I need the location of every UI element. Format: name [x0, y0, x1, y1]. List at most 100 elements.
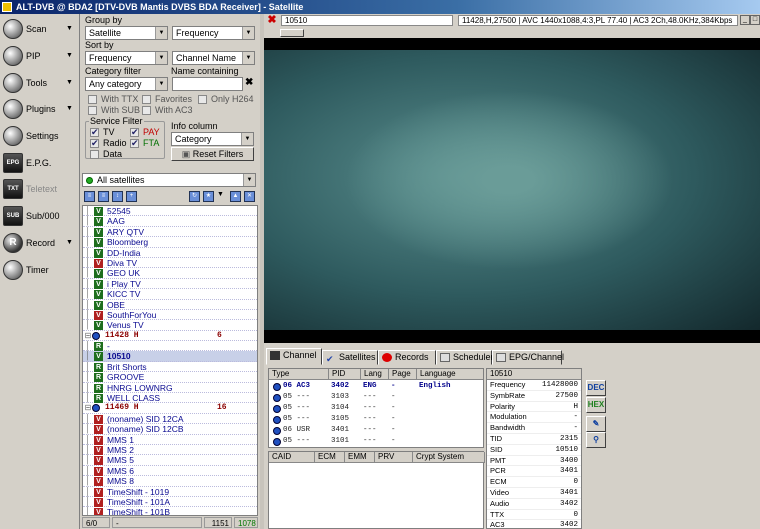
pid-col-pid[interactable]: PID: [329, 369, 361, 380]
pid-row[interactable]: 05 --- 3105 --- -: [269, 414, 483, 425]
info-column-select[interactable]: Category ▼: [171, 132, 254, 146]
sort-by-select[interactable]: Frequency ▼: [85, 51, 168, 65]
tab-channel[interactable]: Channel: [266, 348, 322, 365]
channel-row[interactable]: │ R -: [83, 341, 257, 352]
channel-row[interactable]: │ V OBE: [83, 300, 257, 310]
sidebar-item-record[interactable]: R Record ▼: [0, 230, 80, 256]
close-icon[interactable]: ✖: [266, 15, 278, 26]
reset-filters-button[interactable]: ▣ Reset Filters: [171, 147, 254, 161]
sidebar-item-timer[interactable]: Timer: [0, 257, 80, 283]
caid-col-emm[interactable]: EMM: [345, 452, 375, 463]
transponder-row[interactable]: ⊟ 11469 H 16: [83, 403, 257, 414]
channel-row[interactable]: │ V 10510: [83, 351, 257, 362]
channel-row[interactable]: │ V AAG: [83, 216, 257, 227]
fta-checkbox[interactable]: ✔ FTA: [130, 138, 159, 149]
sidebar-item-tools[interactable]: Tools ▼: [0, 70, 80, 96]
only-h264-checkbox[interactable]: Only H264: [198, 94, 254, 105]
tab-scheduler[interactable]: Scheduler: [436, 350, 494, 365]
pid-table[interactable]: Type PID Lang Page Language 06 AC3 3402 EN…: [268, 368, 484, 448]
close-list-icon[interactable]: ✕: [244, 191, 255, 202]
chevron-down-icon[interactable]: ▼: [66, 70, 73, 96]
scroll-up-icon[interactable]: ▲: [230, 191, 241, 202]
pid-col-language[interactable]: Language: [417, 369, 483, 380]
dec-button[interactable]: DEC: [586, 380, 606, 396]
sidebar-item-sub-000[interactable]: SUB Sub/000: [0, 203, 80, 229]
channel-row[interactable]: │ V GEO UK: [83, 268, 257, 279]
pid-col-lang[interactable]: Lang: [361, 369, 389, 380]
channel-row[interactable]: │ V MMS 2: [83, 445, 257, 456]
pay-checkbox[interactable]: ✔ PAY: [130, 127, 160, 138]
minimize-icon[interactable]: _: [740, 15, 750, 25]
caid-col-prv[interactable]: PRV: [375, 452, 413, 463]
data-checkbox[interactable]: Data: [90, 149, 122, 160]
chevron-down-icon[interactable]: ▼: [66, 96, 73, 122]
channel-row[interactable]: │ V Diva TV: [83, 258, 257, 269]
with-ttx-checkbox[interactable]: With TTX: [88, 94, 138, 105]
channel-row[interactable]: │ V TimeShift - 101B: [83, 507, 257, 515]
chevron-down-icon[interactable]: ▼: [66, 43, 73, 69]
search-icon[interactable]: ⚲: [586, 432, 606, 448]
video-panel[interactable]: [264, 38, 760, 343]
pid-row[interactable]: 05 --- 3104 --- -: [269, 403, 483, 414]
position-slider[interactable]: [264, 28, 760, 38]
caid-col-caid[interactable]: CAID: [269, 452, 315, 463]
favorites-icon[interactable]: ★: [203, 191, 214, 202]
caid-table[interactable]: CAID ECM EMM PRV Crypt System: [268, 451, 485, 529]
channel-row[interactable]: │ V TimeShift - 101A: [83, 497, 257, 508]
channel-list[interactable]: │ V 52545 │ V AAG │ V ARY QTV │ V Bloomberg │ V DD-Ind…: [82, 205, 258, 516]
sidebar-item-scan[interactable]: Scan ▼: [0, 16, 80, 42]
satellite-select[interactable]: All satellites ▼: [82, 173, 256, 187]
channel-row[interactable]: │ V 52545: [83, 206, 257, 217]
list-view-icon[interactable]: ≡: [84, 191, 95, 202]
channel-row[interactable]: │ V Bloomberg: [83, 237, 257, 248]
channel-row[interactable]: │ V (noname) SID 12CB: [83, 424, 257, 435]
sidebar-item-teletext[interactable]: TXT Teletext: [0, 176, 80, 202]
menu-chevron-icon[interactable]: ▼: [217, 191, 224, 198]
channel-row[interactable]: │ R Brit Shorts: [83, 362, 257, 373]
tree-view-icon[interactable]: ≡: [98, 191, 109, 202]
channel-row[interactable]: │ V SouthForYou: [83, 310, 257, 321]
edit-icon[interactable]: ✎: [586, 416, 606, 432]
with-sub-checkbox[interactable]: With SUB: [88, 105, 140, 116]
channel-row[interactable]: │ V DD-India: [83, 248, 257, 258]
channel-row[interactable]: │ V ARY QTV: [83, 227, 257, 238]
channel-row[interactable]: │ R WELL CLASS: [83, 393, 257, 404]
name-containing-input[interactable]: [172, 77, 243, 91]
with-ac3-checkbox[interactable]: With AC3: [142, 105, 193, 116]
pid-col-type[interactable]: Type: [269, 369, 329, 380]
move-up-icon[interactable]: ↕: [112, 191, 123, 202]
tab-epg-channel[interactable]: EPG/Channel: [492, 350, 564, 365]
channel-row[interactable]: │ V (noname) SID 12CA: [83, 414, 257, 425]
sidebar-item-pip[interactable]: PIP ▼: [0, 43, 80, 69]
group-by-select[interactable]: Satellite ▼: [85, 26, 168, 40]
sort-by-secondary-select[interactable]: Channel Name ▼: [172, 51, 255, 65]
refresh-icon[interactable]: ↻: [189, 191, 200, 202]
channel-row[interactable]: │ V MMS 6: [83, 466, 257, 477]
channel-row[interactable]: │ V KICC TV: [83, 289, 257, 300]
channel-row[interactable]: │ V TimeShift - 1019: [83, 487, 257, 497]
sidebar-item-e-p-g[interactable]: EPG E.P.G.: [0, 150, 80, 176]
group-by-secondary-select[interactable]: Frequency ▼: [172, 26, 255, 40]
clear-icon[interactable]: ✖: [245, 77, 253, 88]
category-filter-select[interactable]: Any category ▼: [85, 77, 168, 91]
channel-row[interactable]: │ R HNRG LOWNRG: [83, 383, 257, 394]
tab-records[interactable]: Records: [378, 350, 436, 365]
channel-row[interactable]: │ V MMS 8: [83, 476, 257, 487]
pid-row[interactable]: 05 --- 3103 --- -: [269, 392, 483, 403]
pid-row[interactable]: 06 AC3 3402 ENG - English: [269, 381, 483, 392]
tv-checkbox[interactable]: ✔ TV: [90, 127, 115, 138]
chevron-down-icon[interactable]: ▼: [66, 230, 73, 256]
expand-icon[interactable]: +: [126, 191, 137, 202]
favorites-checkbox[interactable]: Favorites: [142, 94, 192, 105]
caid-col-crypt-system[interactable]: Crypt System: [413, 452, 485, 463]
sidebar-item-plugins[interactable]: Plugins ▼: [0, 96, 80, 122]
pid-row[interactable]: 05 --- 3101 --- -: [269, 436, 483, 447]
channel-row[interactable]: │ Vi Play TV: [83, 279, 257, 290]
pid-row[interactable]: 06 USR 3401 --- -: [269, 425, 483, 436]
radio-checkbox[interactable]: ✔ Radio: [90, 138, 127, 149]
transponder-row[interactable]: ⊟ 11428 H6: [83, 331, 257, 342]
channel-row[interactable]: │ R GROOVE: [83, 372, 257, 383]
sidebar-item-settings[interactable]: Settings: [0, 123, 80, 149]
caid-col-ecm[interactable]: ECM: [315, 452, 345, 463]
pid-col-page[interactable]: Page: [389, 369, 417, 380]
